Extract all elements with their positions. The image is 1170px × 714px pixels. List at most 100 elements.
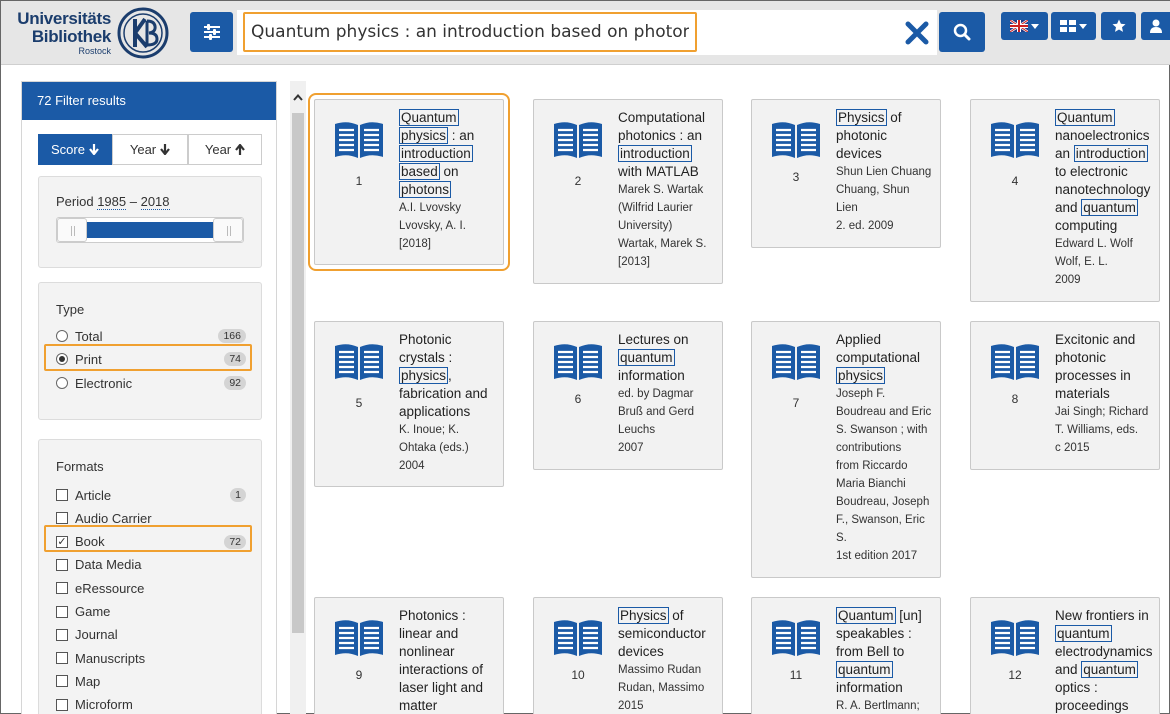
format-option-article[interactable]: Article 1 (56, 485, 246, 505)
format-option-data-media[interactable]: Data Media (56, 555, 246, 575)
scroll-up-button[interactable] (290, 89, 306, 105)
result-card[interactable]: 2 Computational photonics : an introducti… (533, 99, 723, 284)
result-meta-line: Lien (836, 202, 858, 214)
format-option-eressource[interactable]: eRessource (56, 578, 246, 598)
result-title[interactable]: Excitonic and photonic processes in mate… (1055, 331, 1155, 403)
clear-search-button[interactable] (902, 18, 932, 48)
language-select-button[interactable] (1001, 12, 1048, 40)
result-title[interactable]: Quantum physics : an introduction based … (399, 109, 499, 199)
checkbox[interactable] (56, 698, 68, 711)
result-details: Quantum nanoelectronics an introduction … (1055, 109, 1155, 289)
checkbox[interactable] (56, 628, 68, 641)
checkbox[interactable] (56, 652, 68, 665)
result-details: Excitonic and photonic processes in mate… (1055, 331, 1155, 457)
result-meta-line: Jai Singh; Richard (1055, 406, 1149, 418)
search-term-highlight: quantum (836, 661, 893, 678)
result-meta-line: University) (618, 220, 673, 232)
result-card[interactable]: 6 Lectures on quantum information ed. by D… (533, 321, 723, 470)
result-card[interactable]: 3 Physics of photonic devices Shun Lien Ch… (751, 99, 941, 248)
radio-button[interactable] (56, 377, 68, 389)
search-term-highlight: physics (399, 127, 449, 144)
result-card[interactable]: 11 Quantum [un] speakables : from Bell to… (751, 597, 941, 714)
arrow-down-icon (160, 144, 170, 155)
scrollbar-thumb[interactable] (292, 113, 304, 633)
result-title[interactable]: New frontiers in quantum electrodynamics… (1055, 607, 1155, 714)
period-slider-handle-min[interactable] (57, 218, 87, 242)
result-meta-line: 2. ed. 2009 (836, 220, 894, 232)
format-option-game[interactable]: Game (56, 602, 246, 622)
checkbox[interactable] (56, 512, 68, 525)
result-card[interactable]: 9 Photonics : linear and nonlinear intera… (314, 597, 504, 714)
result-card[interactable]: 7 Applied computational physics Joseph F. B… (751, 321, 941, 578)
layout-select-button[interactable] (1051, 12, 1096, 40)
format-option-journal[interactable]: Journal (56, 625, 246, 645)
format-option-microform[interactable]: Microform (56, 695, 246, 714)
book-icon (989, 618, 1041, 658)
sort-button-group: Score Year Year (38, 134, 262, 165)
type-option-total[interactable]: Total 166 (56, 326, 246, 346)
format-option-label: Map (75, 673, 101, 689)
result-meta-line: [2013] (618, 256, 650, 268)
search-term-highlight: physics (836, 367, 886, 384)
period-from[interactable]: 1985 (97, 194, 127, 210)
result-card[interactable]: 4 Quantum nanoelectronics an introduction… (970, 99, 1160, 302)
checkbox[interactable] (56, 605, 68, 618)
period-slider-handle-max[interactable] (213, 218, 243, 242)
grid-view-icon (1060, 20, 1076, 32)
result-title[interactable]: Computational photonics : an introductio… (618, 109, 718, 181)
type-option-label: Total (75, 328, 103, 344)
search-term-highlight: Quantum (1055, 109, 1115, 126)
filter-toggle-button[interactable] (190, 12, 233, 52)
result-number: 1 (355, 174, 363, 188)
checkbox[interactable] (56, 489, 68, 501)
format-option-manuscripts[interactable]: Manuscripts (56, 648, 246, 668)
type-option-electronic[interactable]: Electronic 92 (56, 373, 246, 393)
uk-flag-icon (1010, 20, 1028, 32)
checkbox[interactable] (56, 582, 68, 595)
result-card[interactable]: 1 Quantum physics : an introduction based… (308, 93, 510, 271)
result-details: Photonic crystals : physics, fabrication… (399, 331, 499, 475)
result-title[interactable]: Lectures on quantum information (618, 331, 718, 385)
user-account-button[interactable] (1141, 12, 1170, 40)
result-title[interactable]: Applied computational physics (836, 331, 936, 385)
close-icon (905, 21, 929, 45)
search-term-highlight: photons (399, 181, 452, 198)
result-meta-line: 2007 (618, 442, 644, 454)
result-meta-line: Boudreau, Joseph (836, 496, 930, 508)
search-button[interactable] (939, 12, 985, 52)
favorites-button[interactable] (1101, 12, 1136, 40)
result-card[interactable]: 8 Excitonic and photonic processes in mat… (970, 321, 1160, 470)
checkbox[interactable] (56, 558, 68, 571)
search-term-highlight: quantum (1081, 661, 1138, 678)
logo-line-1: Universitäts (17, 9, 111, 28)
period-to[interactable]: 2018 (140, 194, 170, 210)
results-scrollbar[interactable] (290, 81, 306, 714)
result-title[interactable]: Physics of semiconductor devices (618, 607, 718, 661)
result-card[interactable]: 12 New frontiers in quantum electrodynami… (970, 597, 1160, 714)
radio-button[interactable] (56, 330, 68, 342)
sort-year-asc-button[interactable]: Year (188, 134, 262, 165)
result-title[interactable]: Photonic crystals : physics, fabrication… (399, 331, 499, 421)
search-input[interactable] (243, 12, 697, 52)
search-term-highlight: quantum (1055, 625, 1112, 642)
result-card[interactable]: 5 Photonic crystals : physics, fabricatio… (314, 321, 504, 487)
result-title[interactable]: Quantum [un] speakables : from Bell to q… (836, 607, 936, 697)
format-option-label: Audio Carrier (75, 510, 152, 526)
library-logo[interactable]: Universitäts Bibliothek Rostock (11, 7, 171, 59)
sort-year-desc-button[interactable]: Year (112, 134, 188, 165)
sort-score-button[interactable]: Score (38, 134, 112, 165)
sort-year-desc-label: Year (129, 142, 157, 157)
book-icon (770, 120, 822, 160)
book-icon (552, 618, 604, 658)
search-term-highlight: Physics (618, 607, 669, 624)
chevron-up-icon (293, 93, 303, 101)
period-slider[interactable] (56, 217, 244, 243)
result-title[interactable]: Quantum nanoelectronics an introduction … (1055, 109, 1155, 235)
result-meta-line: (Wilfrid Laurier (618, 202, 693, 214)
result-title[interactable]: Photonics : linear and nonlinear interac… (399, 607, 499, 714)
result-card[interactable]: 10 Physics of semiconductor devices Massim… (533, 597, 723, 714)
formats-filter-title: Formats (56, 459, 104, 474)
result-title[interactable]: Physics of photonic devices (836, 109, 936, 163)
checkbox[interactable] (56, 675, 68, 688)
format-option-map[interactable]: Map (56, 671, 246, 691)
